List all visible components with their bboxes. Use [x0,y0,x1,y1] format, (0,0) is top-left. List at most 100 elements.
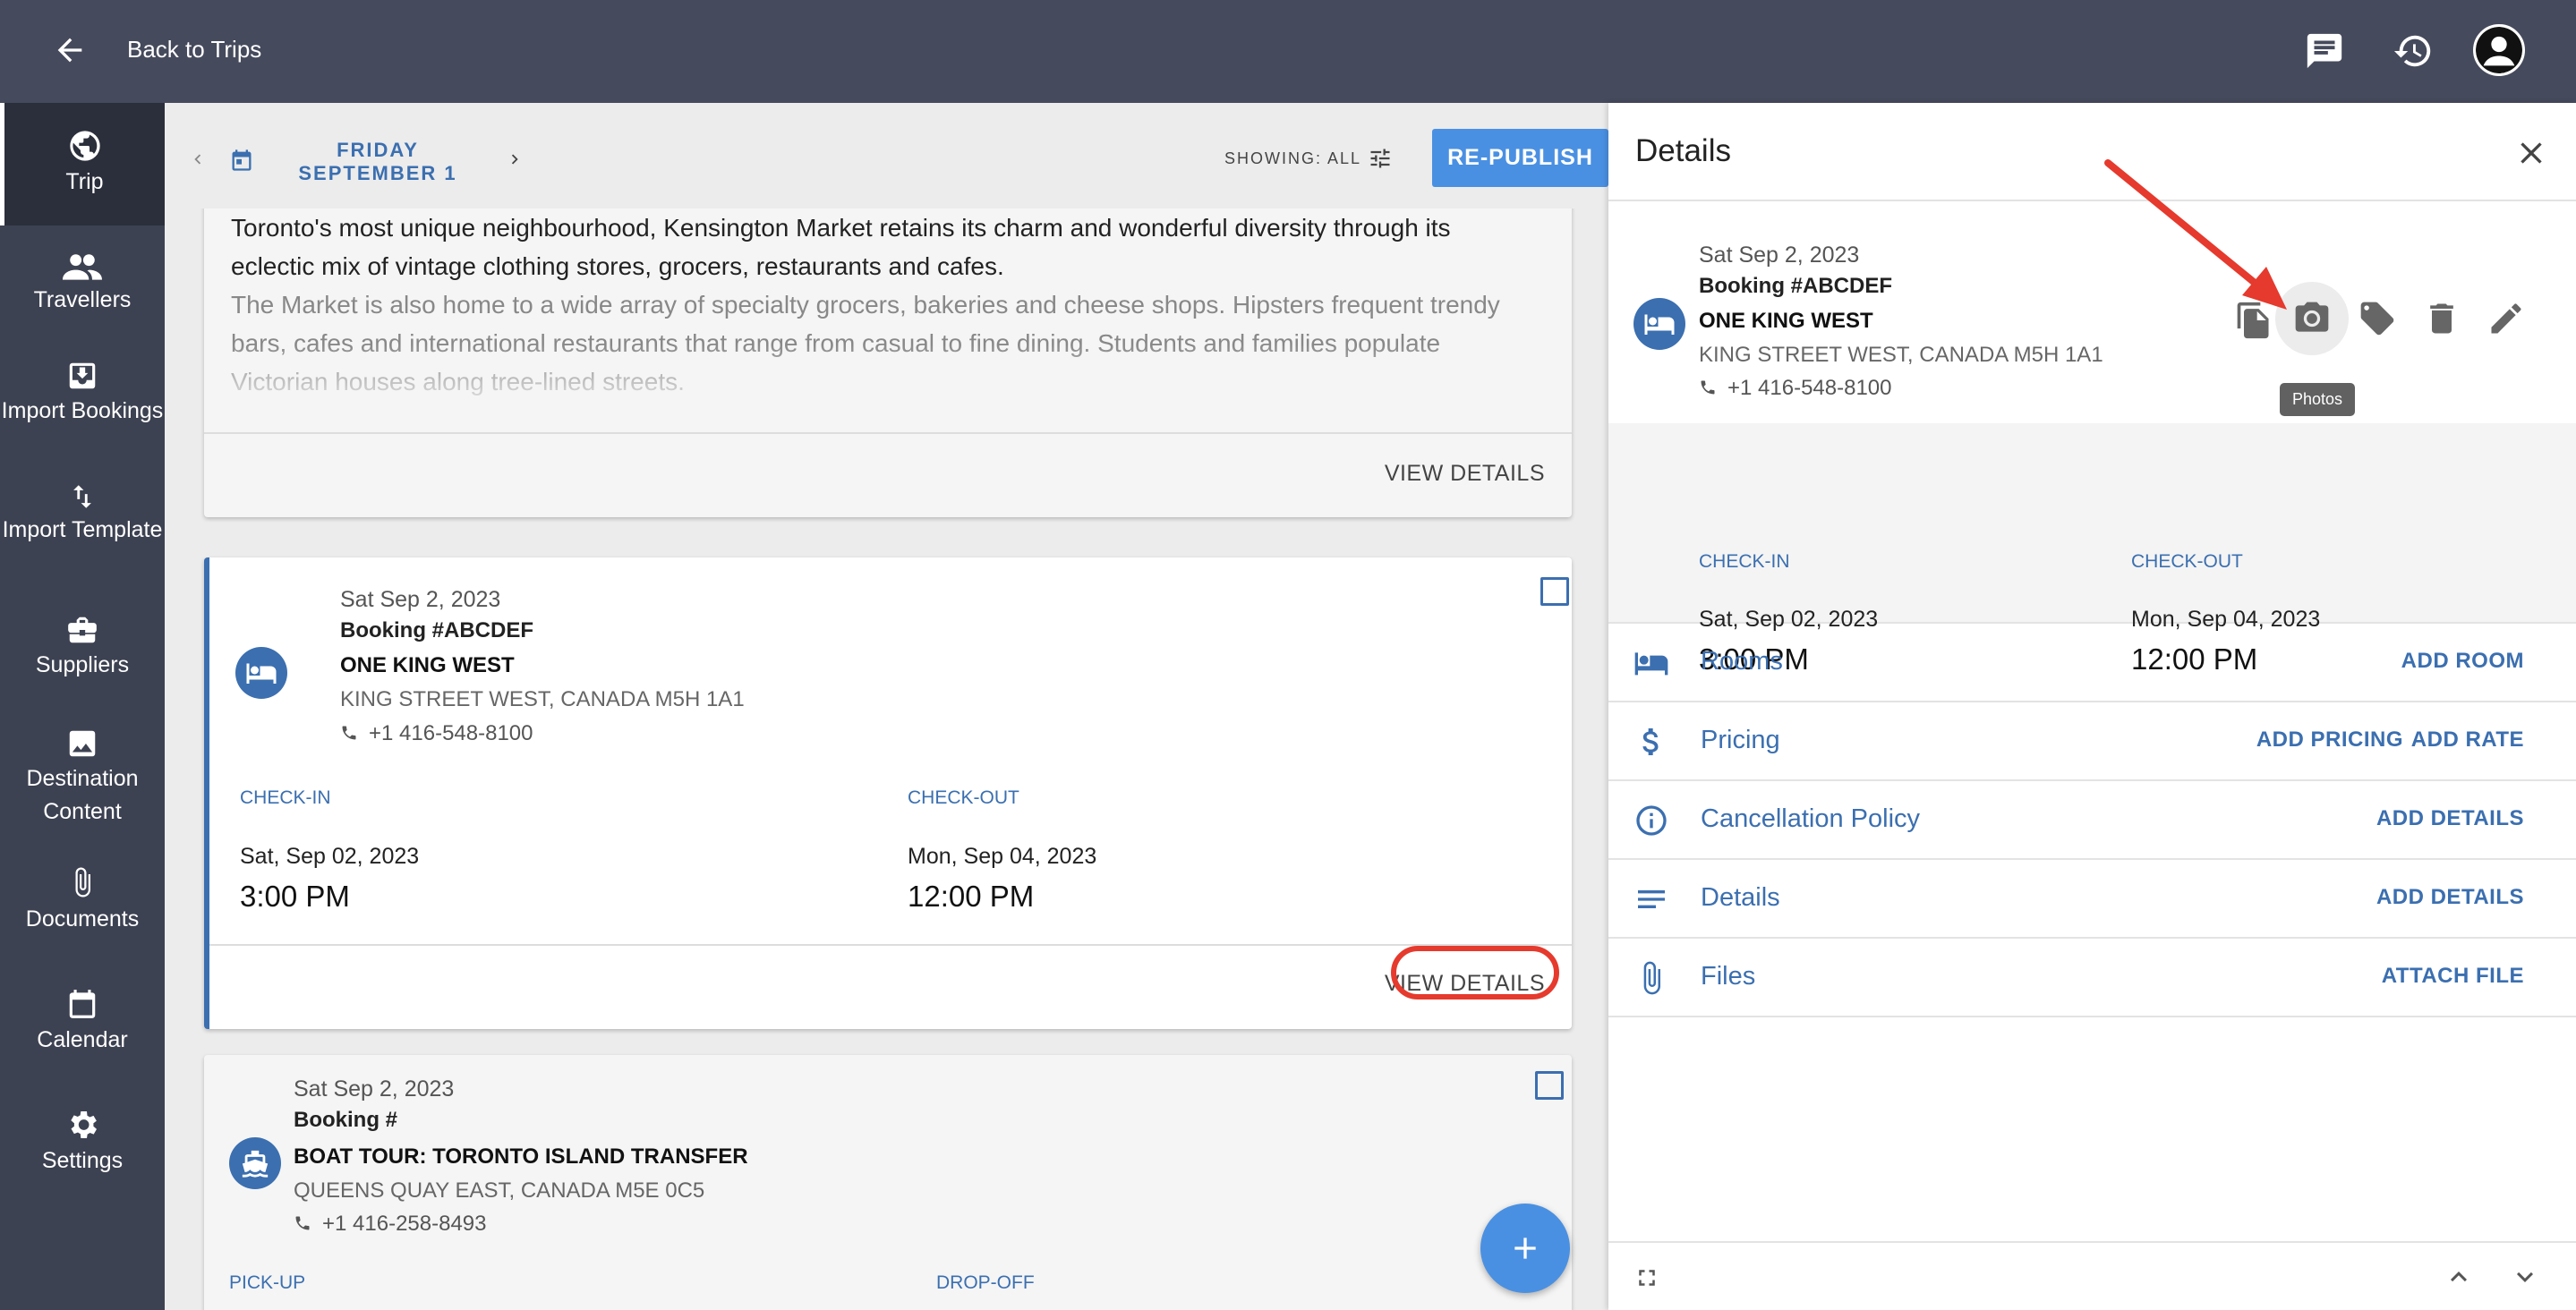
swap-vertical-icon [73,485,91,508]
checkin-label: CHECK-IN [240,787,331,808]
booking-name: ONE KING WEST [1699,309,1873,333]
bed-icon [1634,652,1668,676]
sidebar-item-settings[interactable]: Settings [0,1107,165,1178]
checkin-checkout-block: CHECK-IN Sat, Sep 02, 2023 3:00 PM CHECK… [1608,423,2576,676]
checkin-date: Sat, Sep 02, 2023 [240,844,420,869]
checkin-time: 3:00 PM [240,880,350,913]
edit-icon[interactable] [2486,299,2526,338]
add-pricing-button[interactable]: ADD PRICING [2256,727,2403,753]
booking-date: Sat Sep 2, 2023 [340,587,501,612]
chevron-left-icon[interactable] [188,146,208,173]
calendar-icon [232,149,252,171]
booking-phone: +1 416-548-8100 [1727,376,1892,400]
date-bar: FRIDAY SEPTEMBER 1 SHOWING: ALL RE-PUBLI… [165,103,1608,208]
checkin-label: CHECK-IN [1699,551,1790,572]
booking-name: BOAT TOUR: TORONTO ISLAND TRANSFER [294,1144,748,1169]
paperclip-icon [1643,961,1660,995]
chevron-right-icon[interactable] [505,146,525,173]
phone-icon [342,726,356,740]
user-avatar[interactable] [2473,24,2525,76]
gear-icon [71,1111,97,1138]
back-to-trips-link[interactable]: Back to Trips [127,36,261,64]
panel-footer [1608,1241,2576,1310]
calendar-icon [69,990,96,1018]
booking-phone: +1 416-548-8100 [369,721,533,745]
checkout-label: CHECK-OUT [2131,551,2243,572]
sidebar-item-import-bookings[interactable]: Import Bookings [0,359,165,428]
republish-button[interactable]: RE-PUBLISH [1432,129,1608,187]
boat-booking-card[interactable]: Sat Sep 2, 2023 Booking # BOAT TOUR: TOR… [204,1055,1572,1310]
booking-address: KING STREET WEST, CANADA M5H 1A1 [340,687,745,711]
plus-icon [1514,1238,1536,1259]
booking-number: Booking #ABCDEF [1699,274,1892,298]
panel-title: Details [1635,133,1731,168]
details-label: Details [1701,883,1780,912]
close-icon[interactable] [2513,135,2549,171]
checkout-date: Mon, Sep 04, 2023 [908,844,1097,869]
chat-icon[interactable] [2304,30,2345,72]
tag-icon[interactable] [2358,299,2397,338]
sidebar-item-suppliers[interactable]: Suppliers [0,613,165,682]
account-icon [2476,27,2522,73]
notes-icon [1638,890,1665,908]
sidebar-item-travellers[interactable]: Travellers [0,251,165,317]
pricing-row: Pricing ADD PRICING ADD RATE [1608,702,2576,781]
arrow-back-icon[interactable] [52,32,88,68]
add-details-button[interactable]: ADD DETAILS [2376,885,2524,910]
select-checkbox[interactable] [1540,577,1569,606]
add-room-button[interactable]: ADD ROOM [2401,649,2524,674]
sidebar-item-documents[interactable]: Documents [0,863,165,936]
pricing-label: Pricing [1701,726,1780,754]
hotel-booking-card[interactable]: Sat Sep 2, 2023 Booking #ABCDEF ONE KING… [204,557,1572,1029]
showing-filter-label[interactable]: SHOWING: ALL [1224,149,1361,168]
history-icon[interactable] [2393,30,2434,72]
rooms-label: Rooms [1701,647,1783,676]
fade-overlay [204,345,1572,416]
annotation-arrow [2104,159,2287,310]
dollar-icon [1642,728,1659,755]
info-icon [1636,805,1667,836]
cancellation-row: Cancellation Policy ADD DETAILS [1608,781,2576,860]
files-row: Files ATTACH FILE [1608,939,2576,1017]
sidebar-item-trip[interactable]: Trip [0,103,165,225]
image-icon [69,730,96,757]
destination-card: Toronto's most unique neighbourhood, Ken… [204,192,1572,517]
attach-file-button[interactable]: ATTACH FILE [2382,964,2524,989]
chevron-up-icon[interactable] [2443,1261,2475,1293]
sidebar-item-calendar[interactable]: Calendar [0,986,165,1057]
current-date-label[interactable]: FRIDAY SEPTEMBER 1 [270,139,485,185]
select-checkbox[interactable] [1535,1071,1564,1100]
delete-icon[interactable] [2422,299,2461,338]
globe-icon [69,131,100,161]
add-fab-button[interactable] [1480,1204,1570,1293]
booking-number: Booking #ABCDEF [340,618,533,642]
dropoff-label: DROP-OFF [936,1272,1035,1293]
annotation-highlight [1391,946,1559,1000]
booking-number: Booking # [294,1108,398,1132]
sidebar-item-import-template[interactable]: Import Template [0,481,165,547]
photos-tooltip: Photos [2280,383,2356,416]
phone-icon [295,1216,310,1230]
view-details-button[interactable]: VIEW DETAILS [1385,461,1545,487]
fullscreen-icon[interactable] [1633,1264,1660,1291]
add-cancellation-details-button[interactable]: ADD DETAILS [2376,806,2524,831]
people-icon [63,254,102,280]
hotel-icon [1633,298,1685,350]
booking-date: Sat Sep 2, 2023 [1699,242,1860,268]
booking-date: Sat Sep 2, 2023 [294,1076,455,1102]
top-bar: Back to Trips [0,0,2576,103]
sidebar-item-destination-content[interactable]: Destination Content [0,727,165,829]
main-content: Toronto's most unique neighbourhood, Ken… [165,103,1608,1310]
hotel-icon [235,647,287,699]
sidebar: Trip Travellers Import Bookings Import T… [0,103,165,1310]
tune-icon[interactable] [1368,146,1393,171]
rooms-row: Rooms ADD ROOM [1608,624,2576,702]
files-label: Files [1701,962,1756,991]
pickup-label: PICK-UP [229,1272,306,1293]
briefcase-icon [68,617,97,643]
booking-name: ONE KING WEST [340,653,515,677]
add-rate-button[interactable]: ADD RATE [2411,727,2524,753]
chevron-down-icon[interactable] [2509,1261,2541,1293]
destination-description: Toronto's most unique neighbourhood, Ken… [231,214,1451,280]
download-box-icon [69,362,96,389]
